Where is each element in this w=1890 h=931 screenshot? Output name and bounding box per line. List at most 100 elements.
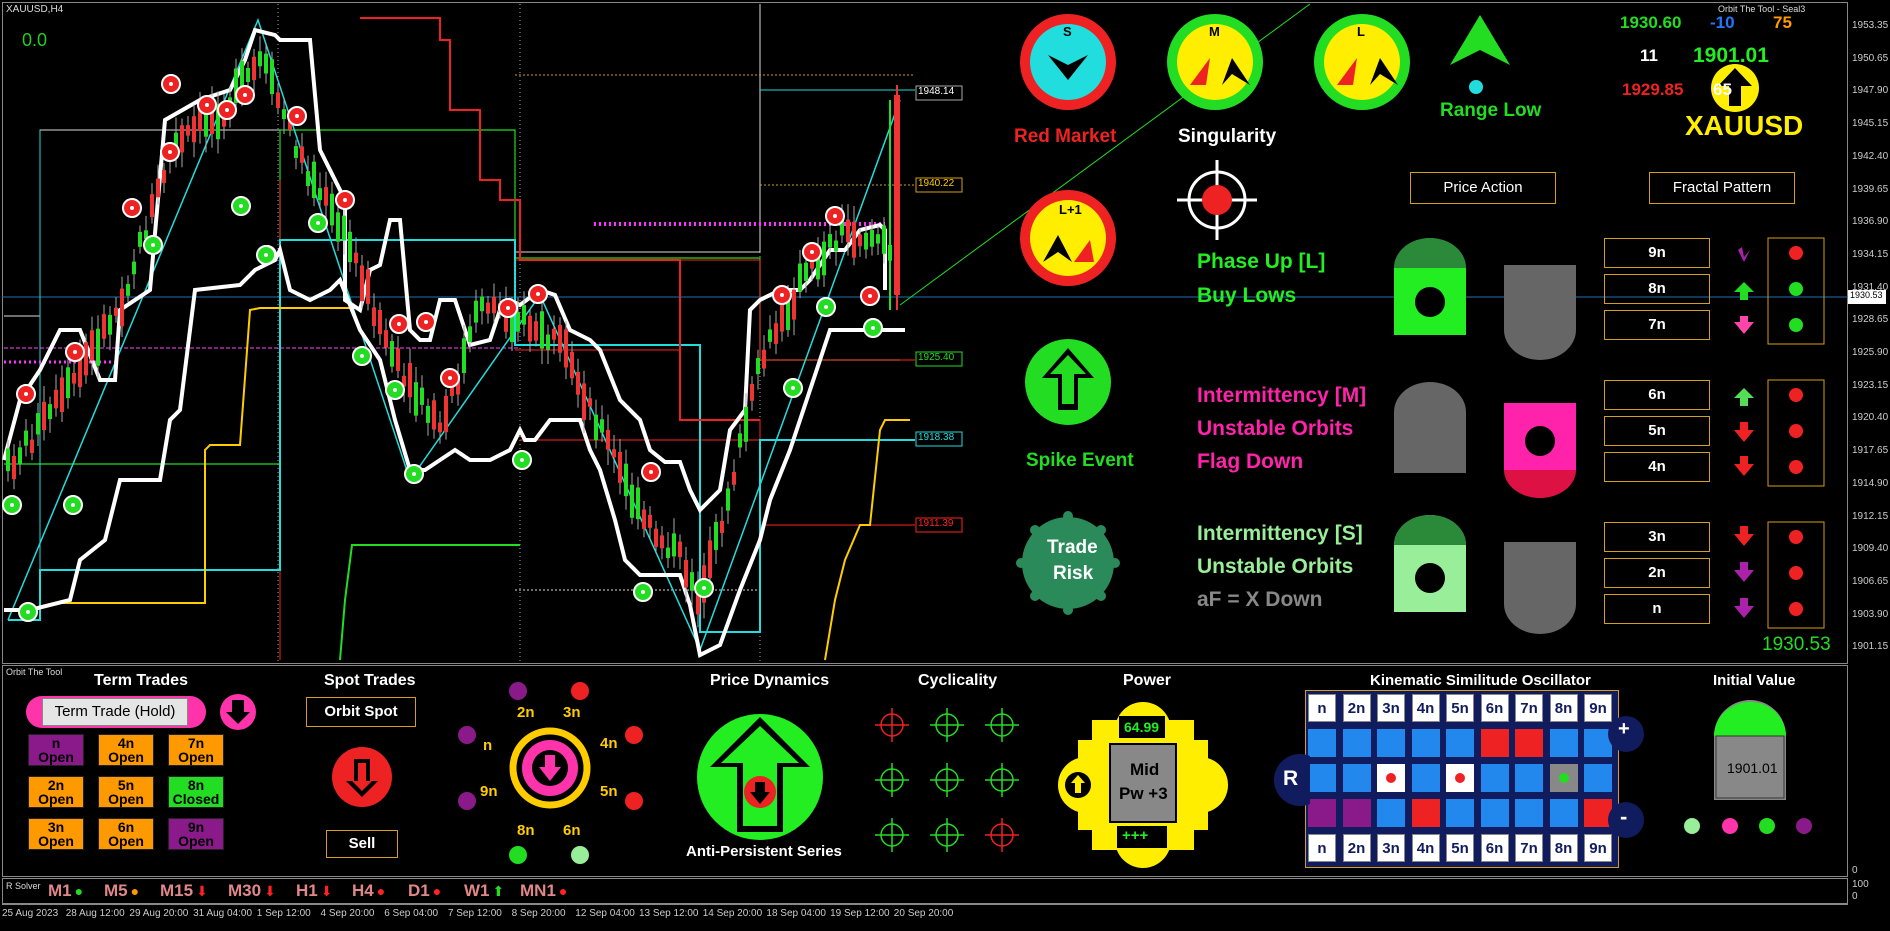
timeframe-d1[interactable]: D1 ●: [408, 881, 441, 901]
kso-cell: [1342, 764, 1371, 792]
cycle-crosshair-icon: [875, 818, 909, 852]
fractal-down-marker: [161, 74, 181, 94]
kso-dot-icon: [1386, 773, 1396, 783]
timeframe-h1[interactable]: H1 ⬇: [296, 881, 332, 901]
kso-plus-button[interactable]: +: [1618, 718, 1630, 741]
term-trade-hold-button[interactable]: Term Trade (Hold): [42, 698, 188, 726]
fractal-up-marker: [512, 450, 532, 470]
timeframe-m1[interactable]: M1 ●: [48, 881, 83, 901]
time-axis-label: 6 Sep 04:00: [384, 908, 439, 919]
kso-cell: [1480, 729, 1509, 757]
term-cell[interactable]: n Open: [28, 734, 84, 766]
status-dot-icon: ●: [376, 883, 386, 899]
term-cell[interactable]: 8n Closed: [168, 776, 224, 808]
cycle-crosshair-icon: [985, 818, 1019, 852]
time-axis-label: 13 Sep 12:00: [639, 908, 699, 919]
term-cell[interactable]: 3n Open: [28, 818, 84, 850]
gauge-m-label: M: [1209, 24, 1220, 39]
int-m-line-2: Unstable Orbits: [1197, 417, 1354, 440]
time-axis-label: 18 Sep 04:00: [766, 908, 826, 919]
price-axis-label: 1914.90: [1852, 477, 1889, 489]
gauge-l-label: L: [1357, 24, 1365, 39]
power-plus: +++: [1122, 827, 1149, 844]
fractal-up-marker: [143, 235, 163, 255]
power-title: Power: [1123, 672, 1172, 689]
price-tag-5: 1911.39: [918, 518, 954, 529]
orbit-5n: 5n: [600, 783, 618, 800]
kso-title: Kinematic Similitude Oscillator: [1370, 672, 1591, 689]
fractal-pattern-button[interactable]: Fractal Pattern: [1649, 172, 1795, 204]
term-cell-n: 8n: [187, 777, 205, 793]
time-axis-label: 31 Aug 04:00: [193, 908, 253, 919]
arrow-down-icon: ⬇: [320, 883, 333, 899]
n-box[interactable]: 3n: [1604, 522, 1710, 552]
sub-axis-100: 100: [1852, 879, 1869, 890]
fractal-up-marker: [816, 297, 836, 317]
kso-header-cell: 2n: [1342, 834, 1371, 862]
n-box[interactable]: 9n: [1604, 238, 1710, 268]
fractal-up-marker: [633, 582, 653, 602]
kso-minus-button[interactable]: -: [1620, 804, 1627, 830]
stat-f: 1929.85: [1622, 80, 1684, 99]
timeframe-mn1[interactable]: MN1 ●: [520, 881, 567, 901]
trade-risk-label-2: Risk: [1053, 563, 1094, 584]
time-axis-label: 4 Sep 20:00: [320, 908, 375, 919]
kso-cell: [1446, 729, 1474, 757]
n-box[interactable]: 5n: [1604, 416, 1710, 446]
timeframe-m30[interactable]: M30 ⬇: [228, 881, 276, 901]
fractal-down-marker: [416, 312, 436, 332]
n-box[interactable]: 6n: [1604, 380, 1710, 410]
term-cell[interactable]: 5n Open: [98, 776, 154, 808]
timeframe-h4[interactable]: H4 ●: [352, 881, 385, 901]
cycle-crosshair-icon: [985, 708, 1019, 742]
kso-r-button[interactable]: R: [1283, 767, 1298, 791]
term-cell[interactable]: 9n Open: [168, 818, 224, 850]
term-cell-n: 4n: [117, 735, 135, 751]
orbit-wheel: [458, 682, 643, 864]
time-axis-label: 1 Sep 12:00: [256, 908, 311, 919]
kso-cell: [1480, 799, 1509, 827]
kso-header-cell: 3n: [1377, 834, 1405, 862]
term-cell-status: Open: [178, 833, 214, 849]
candles-layer: [6, 36, 898, 628]
time-axis-label: 28 Aug 12:00: [65, 908, 125, 919]
price-action-button[interactable]: Price Action: [1410, 172, 1556, 204]
red-market-label: Red Market: [1014, 126, 1117, 147]
n-box[interactable]: 2n: [1604, 558, 1710, 588]
timeframe-m15[interactable]: M15 ⬇: [160, 881, 208, 901]
price-axis-label: 1953.35: [1852, 20, 1889, 31]
price-dynamics-title: Price Dynamics: [710, 672, 830, 689]
fractal-down-marker: [641, 462, 661, 482]
kso-cell: [1480, 764, 1509, 792]
timeframe-label: M5: [104, 881, 128, 900]
term-cell[interactable]: 7n Open: [168, 734, 224, 766]
time-axis-label: 12 Sep 04:00: [575, 908, 635, 919]
int-m-line-1: Intermittency [M]: [1197, 384, 1367, 407]
term-cell-n: 9n: [187, 819, 205, 835]
sell-button[interactable]: Sell: [326, 830, 398, 858]
term-cell[interactable]: 6n Open: [98, 818, 154, 850]
fractal-up-marker: [352, 346, 372, 366]
arrow-down-icon: ⬇: [196, 883, 208, 899]
n-box[interactable]: 4n: [1604, 452, 1710, 482]
status-dot-icon: ●: [432, 883, 442, 899]
fractal-down-marker: [16, 384, 36, 404]
n-box[interactable]: n: [1604, 594, 1710, 624]
n-box[interactable]: 7n: [1604, 310, 1710, 340]
int-m-line-3: Flag Down: [1197, 450, 1304, 473]
kso-cell: [1515, 729, 1543, 757]
fractal-up-marker: [18, 602, 38, 622]
trade-risk-label-1: Trade: [1047, 537, 1098, 558]
term-cell-n: 7n: [187, 735, 205, 751]
singularity-label: Singularity: [1178, 126, 1277, 147]
term-cell[interactable]: 2n Open: [28, 776, 84, 808]
timeframe-w1[interactable]: W1 ⬆: [464, 881, 504, 901]
stat-c: 75: [1773, 13, 1792, 32]
phase-line-2: Buy Lows: [1197, 284, 1297, 307]
power-mid-2: Pw +3: [1119, 784, 1168, 803]
term-cell[interactable]: 4n Open: [98, 734, 154, 766]
fractal-down-marker: [528, 284, 548, 304]
orbit-spot-button[interactable]: Orbit Spot: [306, 697, 416, 727]
n-box[interactable]: 8n: [1604, 274, 1710, 304]
timeframe-m5[interactable]: M5 ●: [104, 881, 139, 901]
